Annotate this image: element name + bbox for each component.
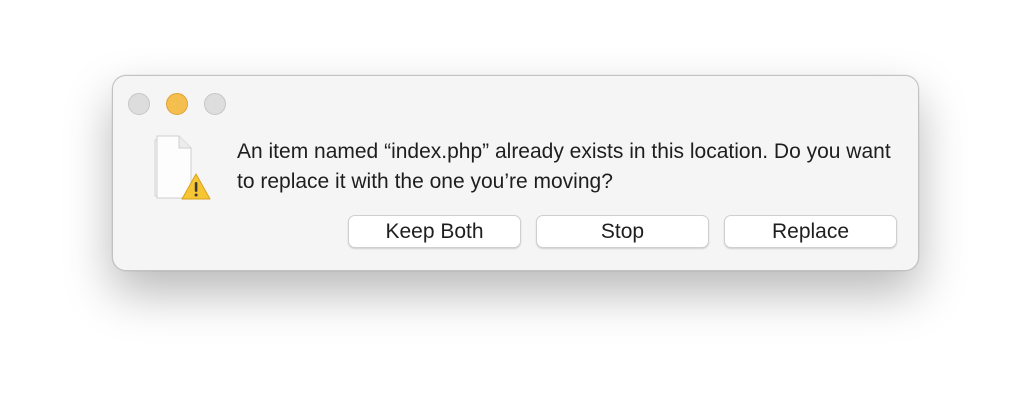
replace-button[interactable]: Replace	[724, 215, 897, 248]
dialog-message: An item named “index.php” already exists…	[237, 140, 891, 193]
document-warning-icon	[151, 134, 213, 204]
keep-both-button[interactable]: Keep Both	[348, 215, 521, 248]
zoom-window-button[interactable]	[204, 93, 226, 115]
close-window-button[interactable]	[128, 93, 150, 115]
replace-file-dialog: An item named “index.php” already exists…	[112, 75, 919, 271]
window-controls	[128, 93, 226, 115]
minimize-window-button[interactable]	[166, 93, 188, 115]
stop-button[interactable]: Stop	[536, 215, 709, 248]
dialog-buttons: Keep Both Stop Replace	[348, 215, 897, 248]
